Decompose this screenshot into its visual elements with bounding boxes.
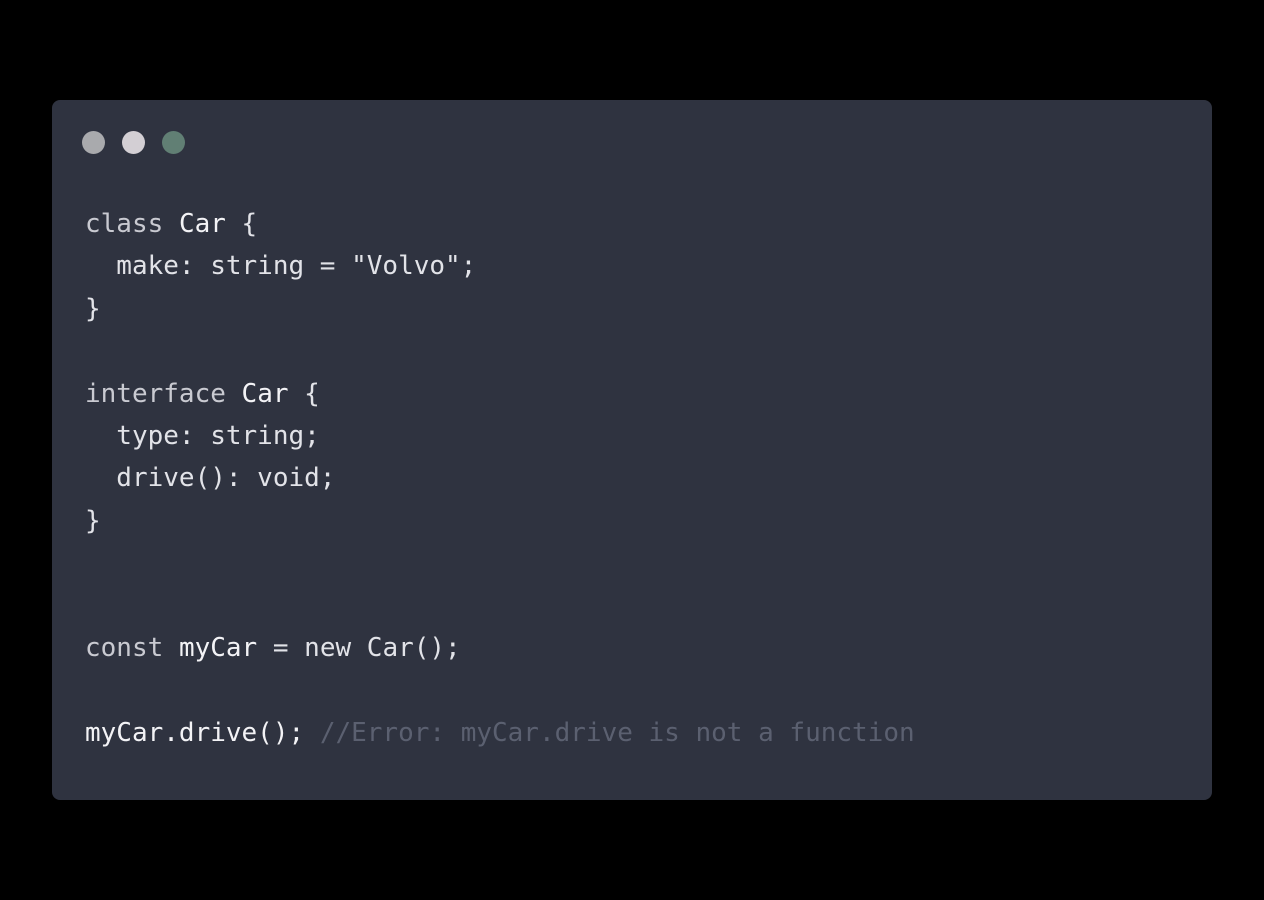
code-comment: //Error: myCar.drive is not a function bbox=[319, 717, 915, 748]
keyword: const bbox=[85, 632, 164, 663]
variable-name: myCar bbox=[178, 632, 258, 663]
keyword: class bbox=[85, 209, 164, 239]
code-block: class Car { make: string = "Volvo";} inte… bbox=[85, 203, 915, 754]
code-line: make: string = "Volvo"; bbox=[85, 251, 477, 282]
code-line: myCar.drive(); //Error: myCar.drive is n… bbox=[85, 712, 915, 754]
code-line: const myCar = new Car(); bbox=[85, 632, 461, 663]
code-line: drive(): void; bbox=[85, 463, 336, 494]
window-controls bbox=[82, 130, 202, 154]
interface-name: Car bbox=[241, 378, 289, 409]
class-name: Car bbox=[178, 209, 226, 239]
keyword: interface bbox=[85, 378, 226, 409]
code-line: type: string; bbox=[85, 420, 320, 451]
close-dot-icon[interactable] bbox=[82, 130, 105, 154]
statement: myCar.drive(); bbox=[85, 717, 320, 748]
code-line: class Car { bbox=[85, 209, 258, 239]
code-line: } bbox=[85, 505, 101, 536]
code-line: interface Car { bbox=[85, 378, 320, 409]
maximize-dot-icon[interactable] bbox=[162, 130, 185, 154]
minimize-dot-icon[interactable] bbox=[122, 130, 145, 154]
code-line: } bbox=[85, 293, 101, 324]
code-window: class Car { make: string = "Volvo";} inte… bbox=[52, 100, 1212, 800]
